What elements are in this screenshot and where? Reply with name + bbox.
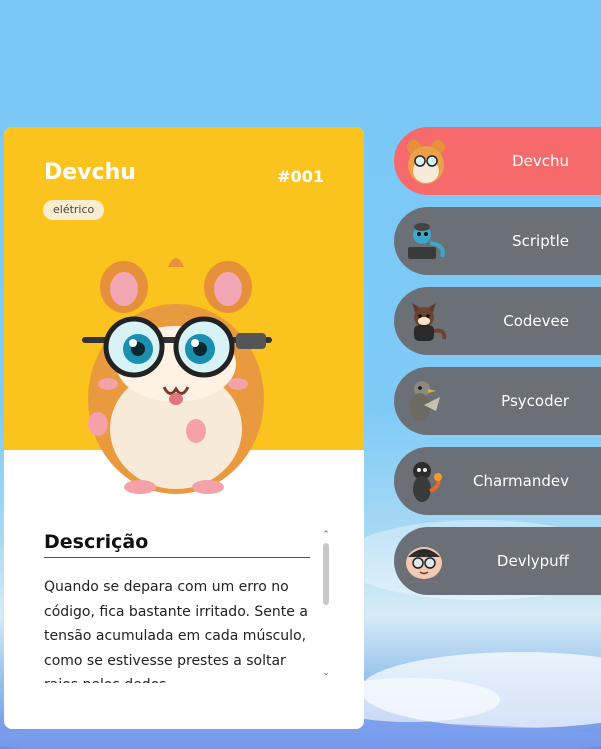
list-item-label: Codevee	[503, 312, 569, 330]
list-item-label: Charmandev	[472, 472, 569, 490]
scroll-up-icon[interactable]: ⌃	[320, 529, 332, 541]
list-item-charmandev[interactable]: Charmandev	[394, 447, 601, 515]
pokemon-card: Devchu #001 elétrico Descrição Quando se…	[4, 127, 364, 729]
duck-icon	[410, 381, 440, 421]
scrollbar-thumb[interactable]	[323, 543, 329, 605]
list-item-label: Devlypuff	[496, 552, 569, 570]
scroll-down-icon[interactable]: ⌄	[320, 667, 332, 679]
list-item-devlypuff[interactable]: Devlypuff	[394, 527, 601, 595]
list-item-psycoder[interactable]: Psycoder	[394, 367, 601, 435]
hamster-mascot-image	[82, 258, 272, 494]
description-scrollbar[interactable]: ⌃ ⌄	[320, 529, 332, 679]
description-box[interactable]: Quando se depara com um erro no código, …	[44, 575, 310, 683]
list-item-label: Scriptle	[512, 232, 569, 250]
puff-icon	[406, 547, 442, 579]
list-item-label: Psycoder	[501, 392, 569, 410]
fox-icon	[412, 303, 447, 341]
list-item-codevee[interactable]: Codevee	[394, 287, 601, 355]
type-badge: elétrico	[43, 200, 105, 220]
hamster-icon	[407, 140, 445, 184]
card-number: #001	[277, 167, 324, 186]
turtle-icon	[408, 223, 445, 259]
card-name: Devchu	[44, 160, 136, 185]
list-item-devchu[interactable]: Devchu	[394, 127, 601, 195]
description-title: Descrição	[44, 531, 310, 558]
list-item-label: Devchu	[512, 152, 569, 170]
lizard-icon	[413, 462, 442, 502]
description-text: Quando se depara com um erro no código, …	[44, 579, 308, 683]
list-item-scriptle[interactable]: Scriptle	[394, 207, 601, 275]
